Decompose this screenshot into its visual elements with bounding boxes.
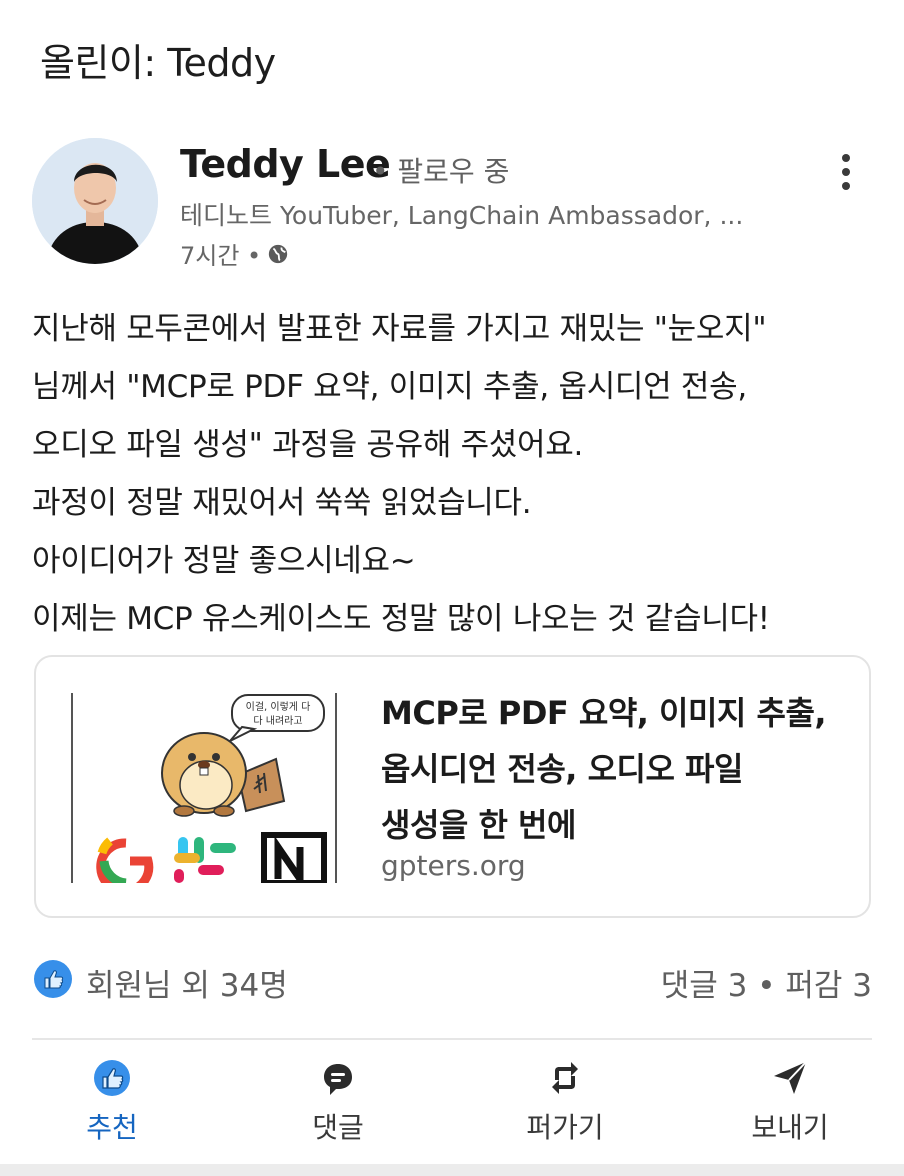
- link-title-line: 생성을 한 번에: [381, 806, 576, 844]
- post-time: 7시간 •: [180, 242, 262, 270]
- action-bar: 추천 댓글 퍼가기 보내기: [0, 1052, 904, 1152]
- post-line: 님께서 "MCP로 PDF 요약, 이미지 추출, 옵시디언 전송,: [32, 369, 747, 405]
- bubble-line: 이걸, 이렇게 다: [246, 700, 311, 713]
- post-line: 오디오 파일 생성" 과정을 공유해 주셨어요.: [32, 427, 584, 463]
- like-icon: [94, 1060, 130, 1096]
- link-domain: gpters.org: [381, 849, 526, 882]
- author-row: Teddy Lee • 팔로우 중 테디노트 YouTuber, LangCha…: [32, 138, 872, 271]
- comment-repost-stats[interactable]: 댓글 3 • 퍼감 3: [661, 960, 872, 1005]
- post-line: 과정이 정말 재밌어서 쑥쑥 읽었습니다.: [32, 485, 532, 521]
- like-button[interactable]: 추천: [32, 1052, 192, 1152]
- reactions-row: 회원님 외 34명 댓글 3 • 퍼감 3: [34, 958, 872, 1005]
- like-label: 추천: [86, 1111, 138, 1144]
- bubble-line: 다 내려라고: [253, 715, 302, 727]
- comment-label: 댓글: [312, 1111, 364, 1144]
- post-meta: 7시간 •: [180, 236, 289, 271]
- globe-icon: [269, 244, 288, 263]
- post-line: 이제는 MCP 유스케이스도 정말 많이 나오는 것 같습니다!: [32, 601, 770, 637]
- repost-icon: [552, 1062, 578, 1094]
- link-preview-card[interactable]: 이걸, 이렇게 다 다 내려라고 MCP로 PDF 요약, 이미지 추출, 옵시…: [34, 655, 871, 918]
- link-title-line: 옵시디언 전송, 오디오 파일: [381, 750, 743, 788]
- author-headline: 테디노트 YouTuber, LangChain Ambassador, ...: [180, 201, 744, 230]
- send-icon: [774, 1061, 807, 1094]
- repost-button[interactable]: 퍼가기: [485, 1052, 645, 1152]
- avatar[interactable]: [32, 138, 158, 264]
- comment-button[interactable]: 댓글: [258, 1052, 418, 1152]
- link-thumbnail: 이걸, 이렇게 다 다 내려라고: [70, 693, 340, 896]
- post-line: 지난해 모두콘에서 발표한 자료를 가지고 재밌는 "눈오지": [32, 311, 767, 347]
- follow-status: • 팔로우 중: [372, 155, 510, 188]
- post-screen: 올린이: Teddy Teddy Lee • 팔로우 중 테디노트 YouTub…: [0, 0, 904, 1176]
- reposted-by-label: 올린이: Teddy: [40, 41, 276, 85]
- more-options-icon[interactable]: [828, 150, 864, 194]
- author-name[interactable]: Teddy Lee: [180, 142, 391, 186]
- post-line: 아이디어가 정말 좋으시네요~: [32, 543, 416, 579]
- bottom-separator: [0, 1164, 904, 1176]
- post-body: 지난해 모두콘에서 발표한 자료를 가지고 재밌는 "눈오지" 님께서 "MCP…: [32, 300, 877, 648]
- send-button[interactable]: 보내기: [710, 1052, 870, 1152]
- comment-icon: [324, 1064, 352, 1095]
- like-reaction-icon[interactable]: [34, 960, 72, 998]
- divider: [32, 1038, 872, 1040]
- reaction-count[interactable]: 회원님 외 34명: [86, 960, 288, 1005]
- link-title[interactable]: MCP로 PDF 요약, 이미지 추출, 옵시디언 전송, 오디오 파일 생성을…: [381, 685, 851, 853]
- repost-label: 퍼가기: [526, 1111, 604, 1144]
- send-label: 보내기: [751, 1111, 829, 1144]
- link-title-line: MCP로 PDF 요약, 이미지 추출,: [381, 694, 827, 732]
